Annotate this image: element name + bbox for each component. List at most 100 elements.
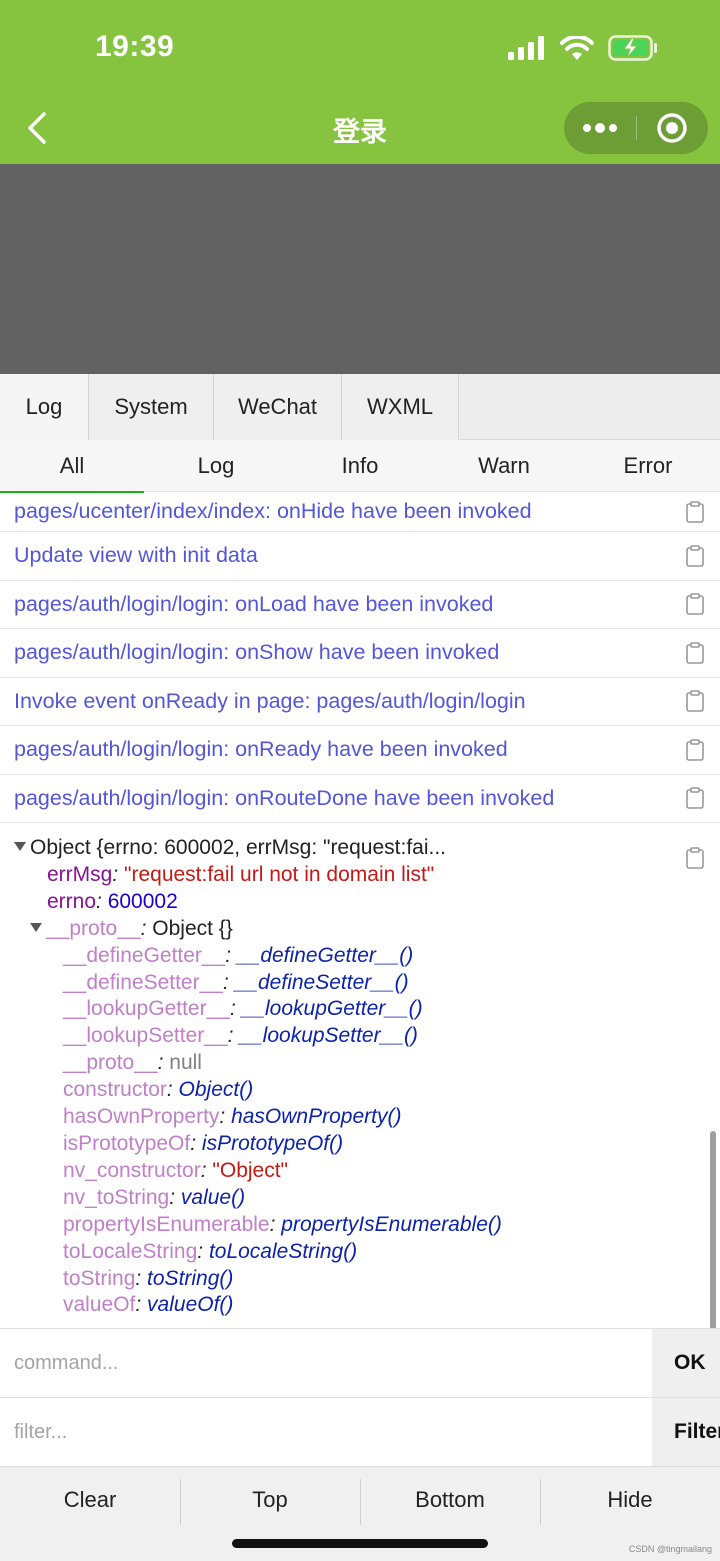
prop-value: "Object" (212, 1158, 289, 1182)
proto-row[interactable]: __proto__: Object {} (0, 916, 720, 943)
prop-value: hasOwnProperty() (231, 1105, 402, 1129)
log-item: pages/auth/login/login: onReady have bee… (0, 726, 720, 775)
menu-capsule (564, 102, 708, 154)
wifi-icon (560, 36, 594, 60)
filter-row: Filter (0, 1397, 720, 1466)
prop-key: errno (47, 889, 97, 913)
log-text: pages/auth/login/login: onReady have bee… (14, 737, 508, 762)
proto-prop-row: __defineSetter__: __defineSetter__() (0, 970, 720, 997)
subtab-log[interactable]: Log (144, 440, 288, 492)
prop-key: nv_constructor (63, 1158, 201, 1182)
log-text: pages/auth/login/login: onShow have been… (14, 640, 500, 665)
prop-value: __lookupGetter__() (241, 997, 423, 1021)
object-summary-row[interactable]: Object {errno: 600002, errMsg: "request:… (0, 835, 720, 862)
prop-key: isPrototypeOf (63, 1131, 191, 1155)
proto-prop-row: toString: toString() (0, 1266, 720, 1293)
log-list[interactable]: pages/ucenter/index/index: onHide have b… (0, 492, 720, 1328)
object-prop-row: errno: 600002 (0, 889, 720, 916)
proto-prop-row: nv_toString: value() (0, 1185, 720, 1212)
battery-charging-icon (608, 35, 657, 61)
more-button[interactable] (564, 102, 636, 154)
copy-icon[interactable] (686, 544, 704, 567)
prop-key: __proto__ (46, 916, 141, 940)
prop-colon: : (200, 1158, 213, 1182)
bottom-button[interactable]: Bottom (360, 1467, 540, 1533)
tab-wechat[interactable]: WeChat (214, 374, 342, 440)
tab-wxml[interactable]: WXML (342, 374, 459, 440)
home-indicator[interactable] (232, 1539, 488, 1548)
prop-value: value() (180, 1185, 246, 1209)
copy-icon[interactable] (686, 500, 704, 523)
prop-colon: : (229, 997, 242, 1021)
prop-colon: : (227, 1024, 240, 1048)
copy-icon[interactable] (686, 787, 704, 810)
object-log-entry: Object {errno: 600002, errMsg: "request:… (0, 823, 720, 1327)
proto-prop-row: nv_constructor: "Object" (0, 1158, 720, 1185)
watermark: CSDN @tingmailang (628, 1544, 712, 1554)
hide-button[interactable]: Hide (540, 1467, 720, 1533)
log-filter-tabs: All Log Info Warn Error (0, 440, 720, 493)
caret-down-icon[interactable] (30, 922, 42, 932)
filter-button[interactable]: Filter (652, 1398, 720, 1466)
log-item: pages/ucenter/index/index: onHide have b… (0, 492, 720, 532)
close-button[interactable] (637, 102, 709, 154)
prop-colon: : (219, 1105, 232, 1129)
prop-value: propertyIsEnumerable() (281, 1212, 502, 1236)
subtab-error[interactable]: Error (576, 440, 720, 492)
clear-button[interactable]: Clear (0, 1467, 180, 1533)
prop-key: valueOf (63, 1293, 136, 1317)
command-input[interactable] (0, 1329, 652, 1397)
copy-icon[interactable] (686, 690, 704, 713)
prop-colon: : (190, 1131, 202, 1155)
prop-key: __lookupSetter__ (63, 1024, 228, 1048)
subtab-info[interactable]: Info (288, 440, 432, 492)
prop-colon: : (169, 1185, 181, 1209)
proto-prop-row: isPrototypeOf: isPrototypeOf() (0, 1131, 720, 1158)
log-text: Update view with init data (14, 543, 258, 568)
log-text: pages/auth/login/login: onRouteDone have… (14, 785, 555, 810)
prop-key: propertyIsEnumerable (63, 1212, 270, 1236)
log-item: pages/auth/login/login: onRouteDone have… (0, 775, 720, 823)
prop-key: toLocaleString (63, 1239, 198, 1263)
prop-key: hasOwnProperty (63, 1105, 220, 1129)
prop-key: __defineSetter__ (63, 970, 223, 994)
tab-system[interactable]: System (89, 374, 214, 440)
prop-value: __defineGetter__() (236, 943, 414, 967)
filter-input[interactable] (0, 1398, 652, 1466)
copy-icon[interactable] (686, 641, 704, 664)
subtab-all[interactable]: All (0, 440, 144, 493)
proto-prop-row: hasOwnProperty: hasOwnProperty() (0, 1104, 720, 1131)
prop-colon: : (222, 970, 235, 994)
prop-value: isPrototypeOf() (201, 1131, 344, 1155)
copy-icon[interactable] (686, 593, 704, 616)
close-target-icon (657, 113, 687, 143)
prop-value: "request:fail url not in domain list" (124, 862, 435, 886)
subtab-warn[interactable]: Warn (432, 440, 576, 492)
copy-icon[interactable] (686, 738, 704, 761)
prop-colon: : (269, 1212, 282, 1236)
caret-down-icon[interactable] (14, 841, 26, 851)
proto-prop-row: toLocaleString: toLocaleString() (0, 1239, 720, 1266)
proto-prop-row: propertyIsEnumerable: propertyIsEnumerab… (0, 1212, 720, 1239)
prop-colon: : (166, 1078, 179, 1102)
prop-value: Object {} (152, 916, 233, 940)
proto-prop-row: __lookupGetter__: __lookupGetter__() (0, 996, 720, 1023)
log-item: Update view with init data (0, 532, 720, 581)
copy-icon[interactable] (686, 847, 704, 869)
status-icons (508, 32, 658, 64)
tab-log[interactable]: Log (0, 374, 89, 440)
proto-prop-row: valueOf: valueOf() (0, 1292, 720, 1319)
prop-colon: : (135, 1293, 148, 1317)
proto-prop-row: __lookupSetter__: __lookupSetter__() (0, 1023, 720, 1050)
ok-button[interactable]: OK (652, 1329, 720, 1397)
prop-colon: : (140, 916, 153, 940)
prop-value: toLocaleString() (208, 1239, 358, 1263)
signal-icon (508, 36, 544, 60)
log-item: pages/auth/login/login: onShow have been… (0, 629, 720, 678)
top-button[interactable]: Top (180, 1467, 360, 1533)
prop-colon: : (225, 943, 237, 967)
status-time: 19:39 (95, 30, 175, 63)
log-item: pages/auth/login/login: onLoad have been… (0, 581, 720, 629)
proto-prop-row: __defineGetter__: __defineGetter__() (0, 943, 720, 970)
prop-key: errMsg (47, 862, 113, 886)
